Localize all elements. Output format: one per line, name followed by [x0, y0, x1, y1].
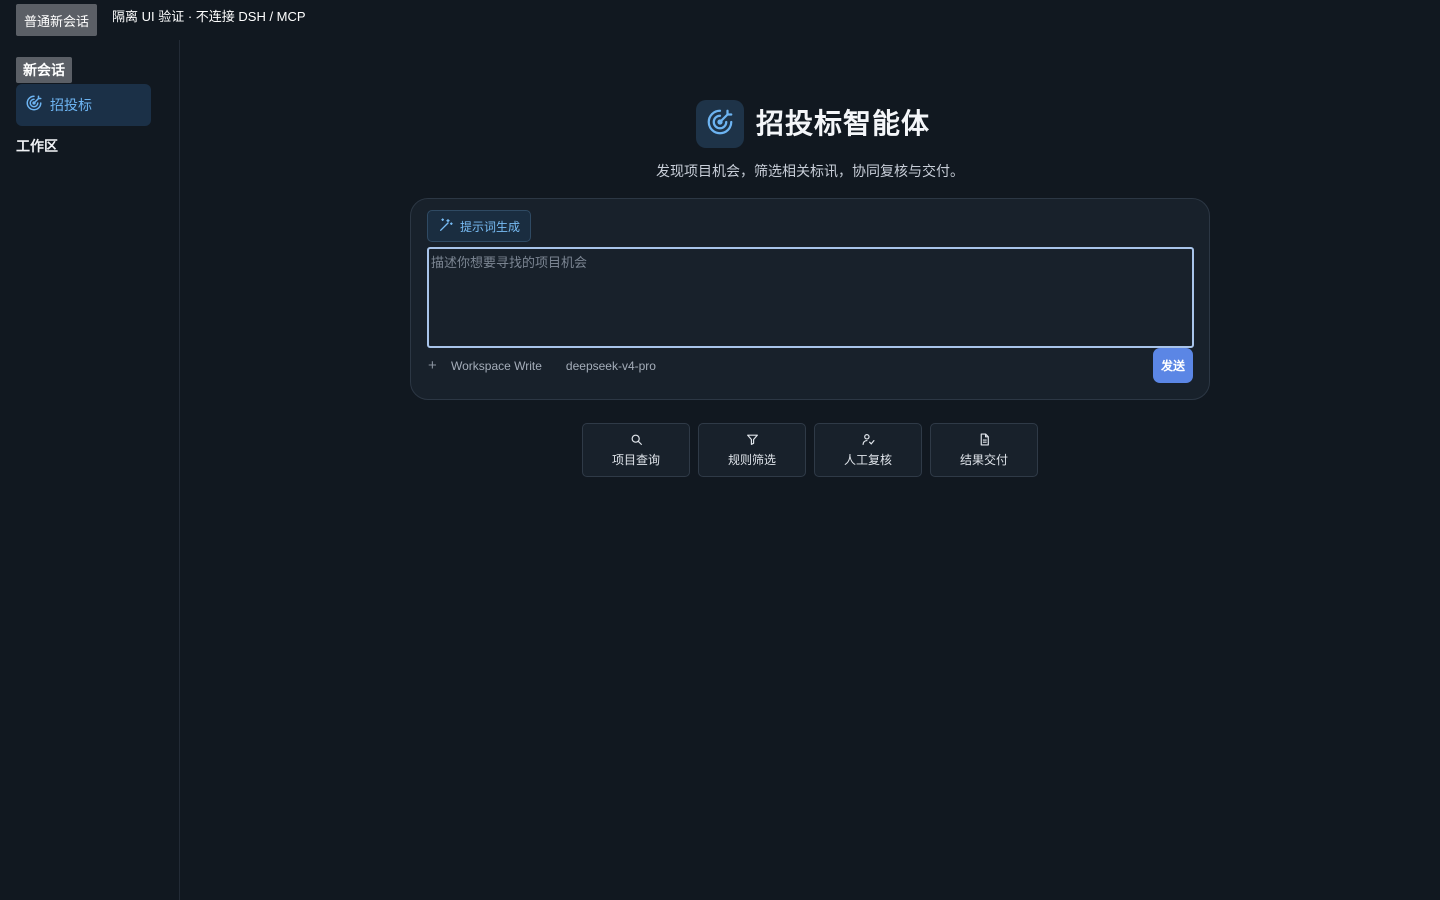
sidebar-item-bidding[interactable]: 招投标	[16, 84, 151, 126]
page-title: 招投标智能体	[756, 108, 931, 139]
prompt-generate-button[interactable]: 提示词生成	[427, 210, 531, 242]
action-label: 人工复核	[843, 452, 892, 467]
page-subtitle: 发现项目机会，筛选相关标讯，协同复核与交付。	[656, 163, 964, 179]
agent-logo	[696, 100, 744, 148]
send-button[interactable]: 发送	[1153, 348, 1193, 383]
new-chat-button[interactable]: 新会话	[16, 57, 72, 83]
action-label: 结果交付	[959, 452, 1008, 467]
magic-wand-icon	[438, 217, 454, 236]
action-rule-filter[interactable]: 规则筛选	[698, 423, 806, 477]
plus-icon[interactable]: +	[428, 357, 440, 374]
action-label: 规则筛选	[727, 452, 776, 467]
model-selector[interactable]: deepseek-v4-pro	[566, 359, 656, 373]
opportunity-input[interactable]	[427, 247, 1194, 348]
user-check-icon	[861, 433, 875, 446]
target-icon	[25, 94, 43, 117]
document-icon	[978, 432, 991, 446]
workspace-section-title[interactable]: 工作区	[16, 136, 58, 156]
quick-actions: 项目查询 规则筛选 人工复核 结果交付	[582, 423, 1038, 477]
filter-icon	[746, 433, 759, 446]
action-manual-review[interactable]: 人工复核	[814, 423, 922, 477]
plain-new-session-button[interactable]: 普通新会话	[16, 4, 98, 36]
prompt-generate-label: 提示词生成	[460, 219, 521, 234]
action-label: 项目查询	[611, 452, 660, 467]
search-icon	[630, 433, 643, 446]
mode-selector[interactable]: Workspace Write	[451, 359, 542, 373]
action-project-search[interactable]: 项目查询	[582, 423, 690, 477]
sidebar-item-label: 招投标	[50, 97, 92, 113]
action-result-delivery[interactable]: 结果交付	[930, 423, 1038, 477]
composer-toolbar: + Workspace Write deepseek-v4-pro	[428, 357, 656, 374]
composer-panel: 提示词生成 + Workspace Write deepseek-v4-pro …	[410, 198, 1210, 400]
isolation-notice: 隔离 UI 验证 · 不连接 DSH / MCP	[112, 9, 306, 24]
target-icon	[705, 107, 735, 142]
